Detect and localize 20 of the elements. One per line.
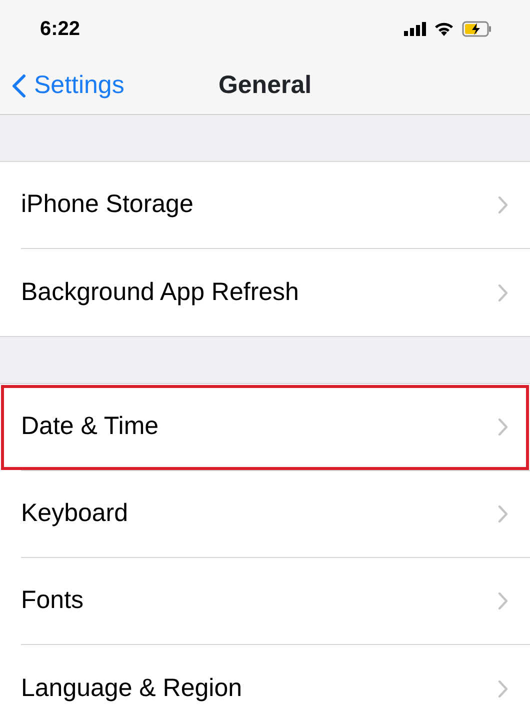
- chevron-right-icon: [498, 284, 508, 302]
- battery-icon: [462, 20, 492, 36]
- wifi-icon: [434, 21, 454, 36]
- chevron-left-icon: [12, 74, 26, 98]
- row-label: Keyboard: [21, 498, 128, 530]
- chevron-right-icon: [498, 196, 508, 214]
- chevron-right-icon: [498, 592, 508, 610]
- status-time: 6:22: [40, 16, 80, 42]
- chevron-right-icon: [498, 418, 508, 436]
- row-label: Background App Refresh: [21, 276, 299, 308]
- row-label: Language & Region: [21, 672, 242, 704]
- signal-icon: [404, 22, 426, 36]
- chevron-right-icon: [498, 680, 508, 698]
- page-title: General: [218, 70, 312, 101]
- chevron-right-icon: [498, 505, 508, 523]
- row-label: Date & Time: [21, 411, 159, 442]
- row-label: iPhone Storage: [21, 189, 194, 220]
- highlighted-settings-row[interactable]: Date & Time: [0, 384, 530, 471]
- back-button[interactable]: Settings: [0, 66, 124, 104]
- row-label: Fonts: [21, 585, 84, 616]
